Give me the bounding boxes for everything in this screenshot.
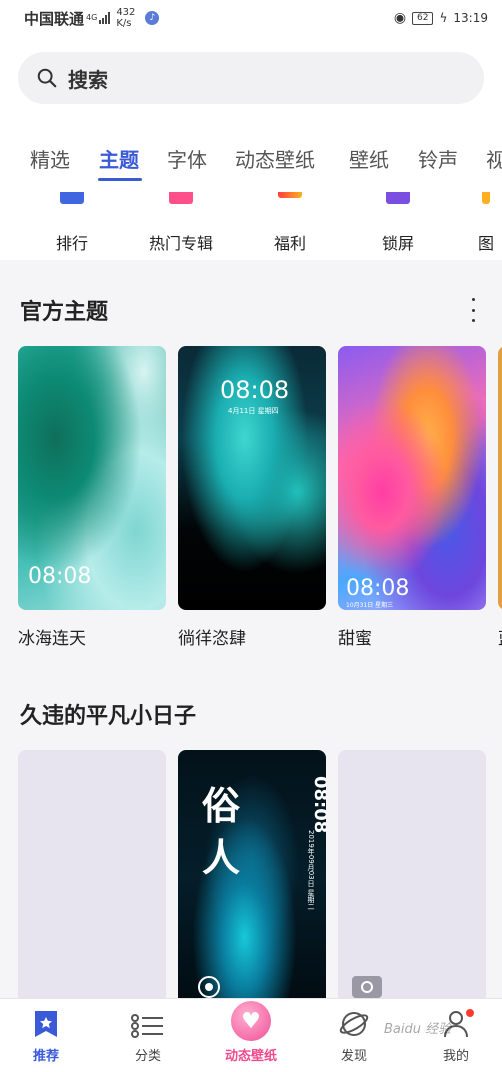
tab-themes[interactable]: 主题 bbox=[99, 144, 139, 173]
status-right: ◉ 62 ϟ 13:19 bbox=[394, 10, 488, 26]
quick-link-label: 热门专辑 bbox=[148, 234, 213, 253]
list-icon bbox=[108, 999, 188, 1039]
quick-link-ranking[interactable]: 排行 bbox=[22, 184, 122, 254]
planet-icon bbox=[314, 999, 394, 1039]
theme-card-placeholder[interactable] bbox=[18, 750, 166, 1000]
charging-icon: ϟ bbox=[439, 11, 448, 25]
signal-icon bbox=[99, 12, 111, 24]
quick-link-label: 锁屏 bbox=[381, 234, 414, 253]
nav-category[interactable]: 分类 bbox=[108, 999, 188, 1064]
search-bar[interactable]: 搜索 bbox=[18, 52, 484, 104]
active-tab-indicator bbox=[98, 178, 142, 181]
network-speed: 432 K/s bbox=[116, 7, 135, 29]
card-clock: 08:08 bbox=[310, 776, 326, 834]
nav-label: 发现 bbox=[340, 1049, 367, 1064]
category-tabs: 精选 主题 字体 动态壁纸 壁纸 铃声 视 bbox=[0, 138, 502, 182]
nav-label: 我的 bbox=[442, 1049, 469, 1064]
live-badge-icon bbox=[352, 976, 382, 998]
theme-name: 徜徉恣肆 bbox=[178, 629, 246, 649]
image-icon bbox=[482, 192, 490, 204]
more-options-icon[interactable] bbox=[468, 298, 478, 322]
speed-value: 432 bbox=[116, 7, 136, 18]
theme-name: 甜蜜 bbox=[338, 629, 372, 649]
notification-dot bbox=[466, 1009, 474, 1017]
heart-icon: ♥ bbox=[211, 999, 291, 1041]
tab-fonts[interactable]: 字体 bbox=[167, 144, 207, 173]
card-clock: 08:08 bbox=[220, 376, 290, 404]
search-icon bbox=[37, 68, 57, 88]
theme-card[interactable]: 08:08 10月31日 星期三 bbox=[338, 346, 486, 610]
theme-card[interactable] bbox=[498, 346, 502, 610]
quick-link-label: 福利 bbox=[273, 234, 306, 253]
ranking-icon bbox=[60, 192, 84, 204]
card-clock: 08:08 bbox=[346, 576, 410, 601]
section-title-official: 官方主题 bbox=[20, 300, 109, 325]
tab-wallpaper[interactable]: 壁纸 bbox=[349, 144, 389, 173]
section-title-daily-life: 久违的平凡小日子 bbox=[20, 704, 197, 729]
quick-link-label: 图 bbox=[477, 234, 494, 253]
tab-more[interactable]: 视 bbox=[486, 144, 502, 173]
nav-label: 分类 bbox=[134, 1049, 161, 1064]
nav-discover[interactable]: 发现 bbox=[314, 999, 394, 1064]
gift-icon bbox=[278, 192, 302, 198]
eye-comfort-icon: ◉ bbox=[393, 10, 407, 26]
quick-link-welfare[interactable]: 福利 bbox=[240, 184, 340, 254]
nav-label: 动态壁纸 bbox=[224, 1049, 277, 1064]
card-vertical-text: 俗人 bbox=[202, 784, 241, 880]
tab-live-wallpaper[interactable]: 动态壁纸 bbox=[235, 144, 315, 173]
theme-card[interactable]: 08:08 4月11日 星期四 bbox=[178, 346, 326, 610]
network-type: 4G bbox=[86, 13, 98, 22]
tab-featured[interactable]: 精选 bbox=[30, 144, 70, 173]
battery-level: 62 bbox=[412, 11, 434, 25]
quick-links: 排行 热门专辑 福利 锁屏 图 bbox=[0, 184, 502, 260]
theme-card[interactable]: 08:08 bbox=[18, 346, 166, 610]
star-bookmark-icon bbox=[6, 999, 86, 1039]
card-date: 4月11日 星期四 bbox=[228, 407, 279, 415]
theme-name: 蓝 bbox=[498, 624, 502, 649]
quick-link-lockscreen[interactable]: 锁屏 bbox=[348, 184, 448, 254]
theme-name: 冰海连天 bbox=[18, 629, 86, 649]
hot-albums-icon bbox=[169, 192, 193, 204]
theme-card-placeholder[interactable] bbox=[338, 750, 486, 1000]
nav-live-wallpaper[interactable]: ♥ 动态壁纸 bbox=[211, 999, 291, 1064]
search-placeholder: 搜索 bbox=[68, 67, 108, 92]
card-date: 2019年09月03日 星期二 bbox=[307, 830, 315, 910]
speed-unit: K/s bbox=[116, 18, 132, 29]
quick-link-hot-albums[interactable]: 热门专辑 bbox=[131, 184, 231, 254]
carrier-label: 中国联通 bbox=[24, 9, 85, 28]
live-badge-icon bbox=[198, 976, 220, 998]
watermark: Baidu 经验 bbox=[384, 1022, 452, 1037]
notification-app-icon: ♪ bbox=[145, 11, 160, 25]
theme-card[interactable]: 俗人 08:08 2019年09月03日 星期二 bbox=[178, 750, 326, 1000]
status-bar: 中国联通 4G 432 K/s ♪ ◉ 62 ϟ 13:19 bbox=[0, 0, 502, 36]
card-date: 10月31日 星期三 bbox=[346, 602, 394, 609]
card-clock: 08:08 bbox=[28, 564, 92, 589]
quick-link-more[interactable]: 图 bbox=[456, 184, 502, 254]
nav-label: 推荐 bbox=[32, 1049, 59, 1064]
quick-link-label: 排行 bbox=[55, 234, 88, 253]
lockscreen-icon bbox=[386, 192, 410, 204]
clock: 13:19 bbox=[453, 11, 488, 25]
tab-ringtones[interactable]: 铃声 bbox=[418, 144, 458, 173]
header: 搜索 精选 主题 字体 动态壁纸 壁纸 铃声 视 bbox=[0, 36, 502, 184]
nav-recommend[interactable]: 推荐 bbox=[6, 999, 86, 1064]
